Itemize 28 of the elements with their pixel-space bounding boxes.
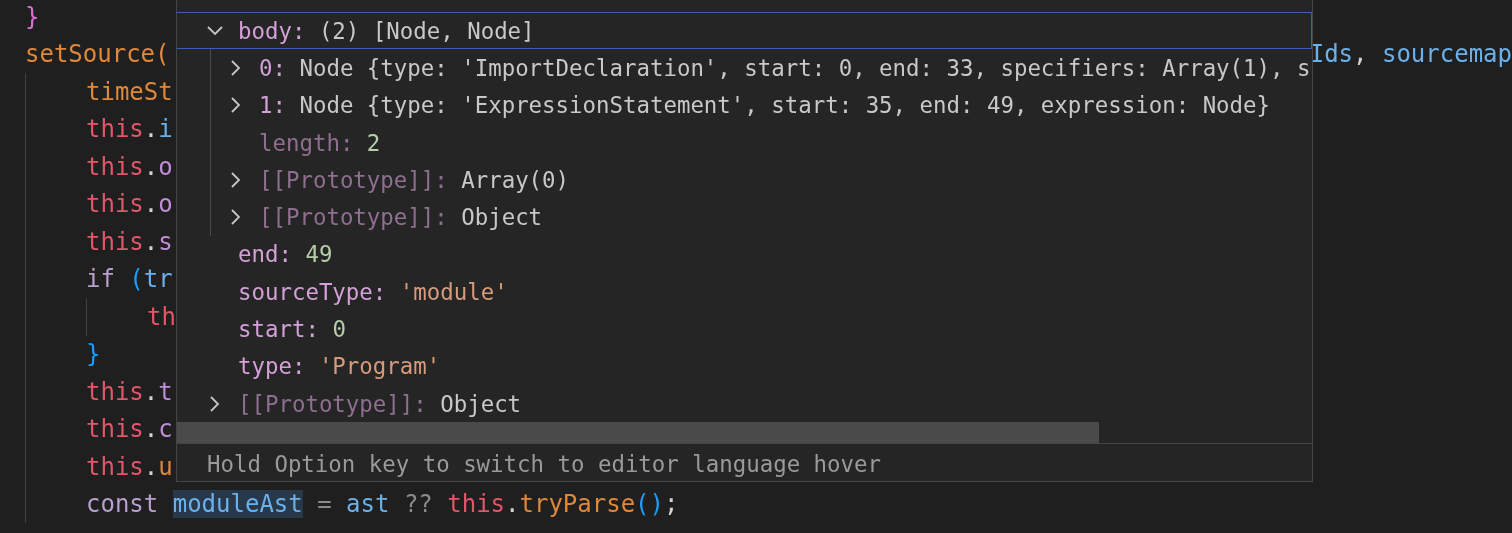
tree-item[interactable]: length: 2: [211, 123, 1312, 162]
code-text: th: [147, 302, 176, 331]
code-text: }: [86, 340, 101, 369]
tree-item[interactable]: type: 'Program': [177, 347, 1312, 385]
code-text: this.o: [86, 152, 173, 181]
tree-item[interactable]: body: (2) [Node, Node]: [177, 12, 1312, 50]
tree-item[interactable]: [[Prototype]]: Object: [177, 384, 1312, 423]
tree-item[interactable]: sourceType: 'module': [177, 273, 1312, 311]
code-text: this.s: [86, 227, 173, 256]
code-text: this.t: [86, 377, 173, 406]
code-text: this.u: [86, 452, 173, 481]
code-text: const moduleAst = ast ?? this.tryParse();: [86, 490, 679, 519]
tree-item[interactable]: 1: Node {type: 'ExpressionStatement', start: 35, end: 49, expression: Node}: [211, 86, 1312, 124]
code-text: this.i: [86, 115, 173, 144]
code-text: setSource(: [25, 40, 170, 69]
code-text: this.c: [86, 415, 173, 444]
tree-item[interactable]: start: 0: [177, 310, 1312, 348]
code-text: }: [25, 2, 40, 31]
code-text: if (tr: [86, 265, 173, 294]
tree-item[interactable]: 0: Node {type: 'ImportDeclaration', start: 0, end: 33, specifiers: Array(1), s: [211, 49, 1312, 87]
scrollbar-thumb[interactable]: [177, 422, 1099, 444]
tree-item[interactable]: end: 49: [177, 235, 1312, 274]
status-hint: Hold Option key to switch to editor language hover: [177, 443, 1312, 481]
tree-item[interactable]: [[Prototype]]: Array(0): [211, 161, 1312, 199]
code-text: this.o: [86, 190, 173, 219]
tree-item[interactable]: [[Prototype]]: Object: [211, 198, 1312, 236]
code-text: Ids, sourcemap: [1309, 40, 1512, 69]
code-text: timeSt: [86, 77, 173, 106]
